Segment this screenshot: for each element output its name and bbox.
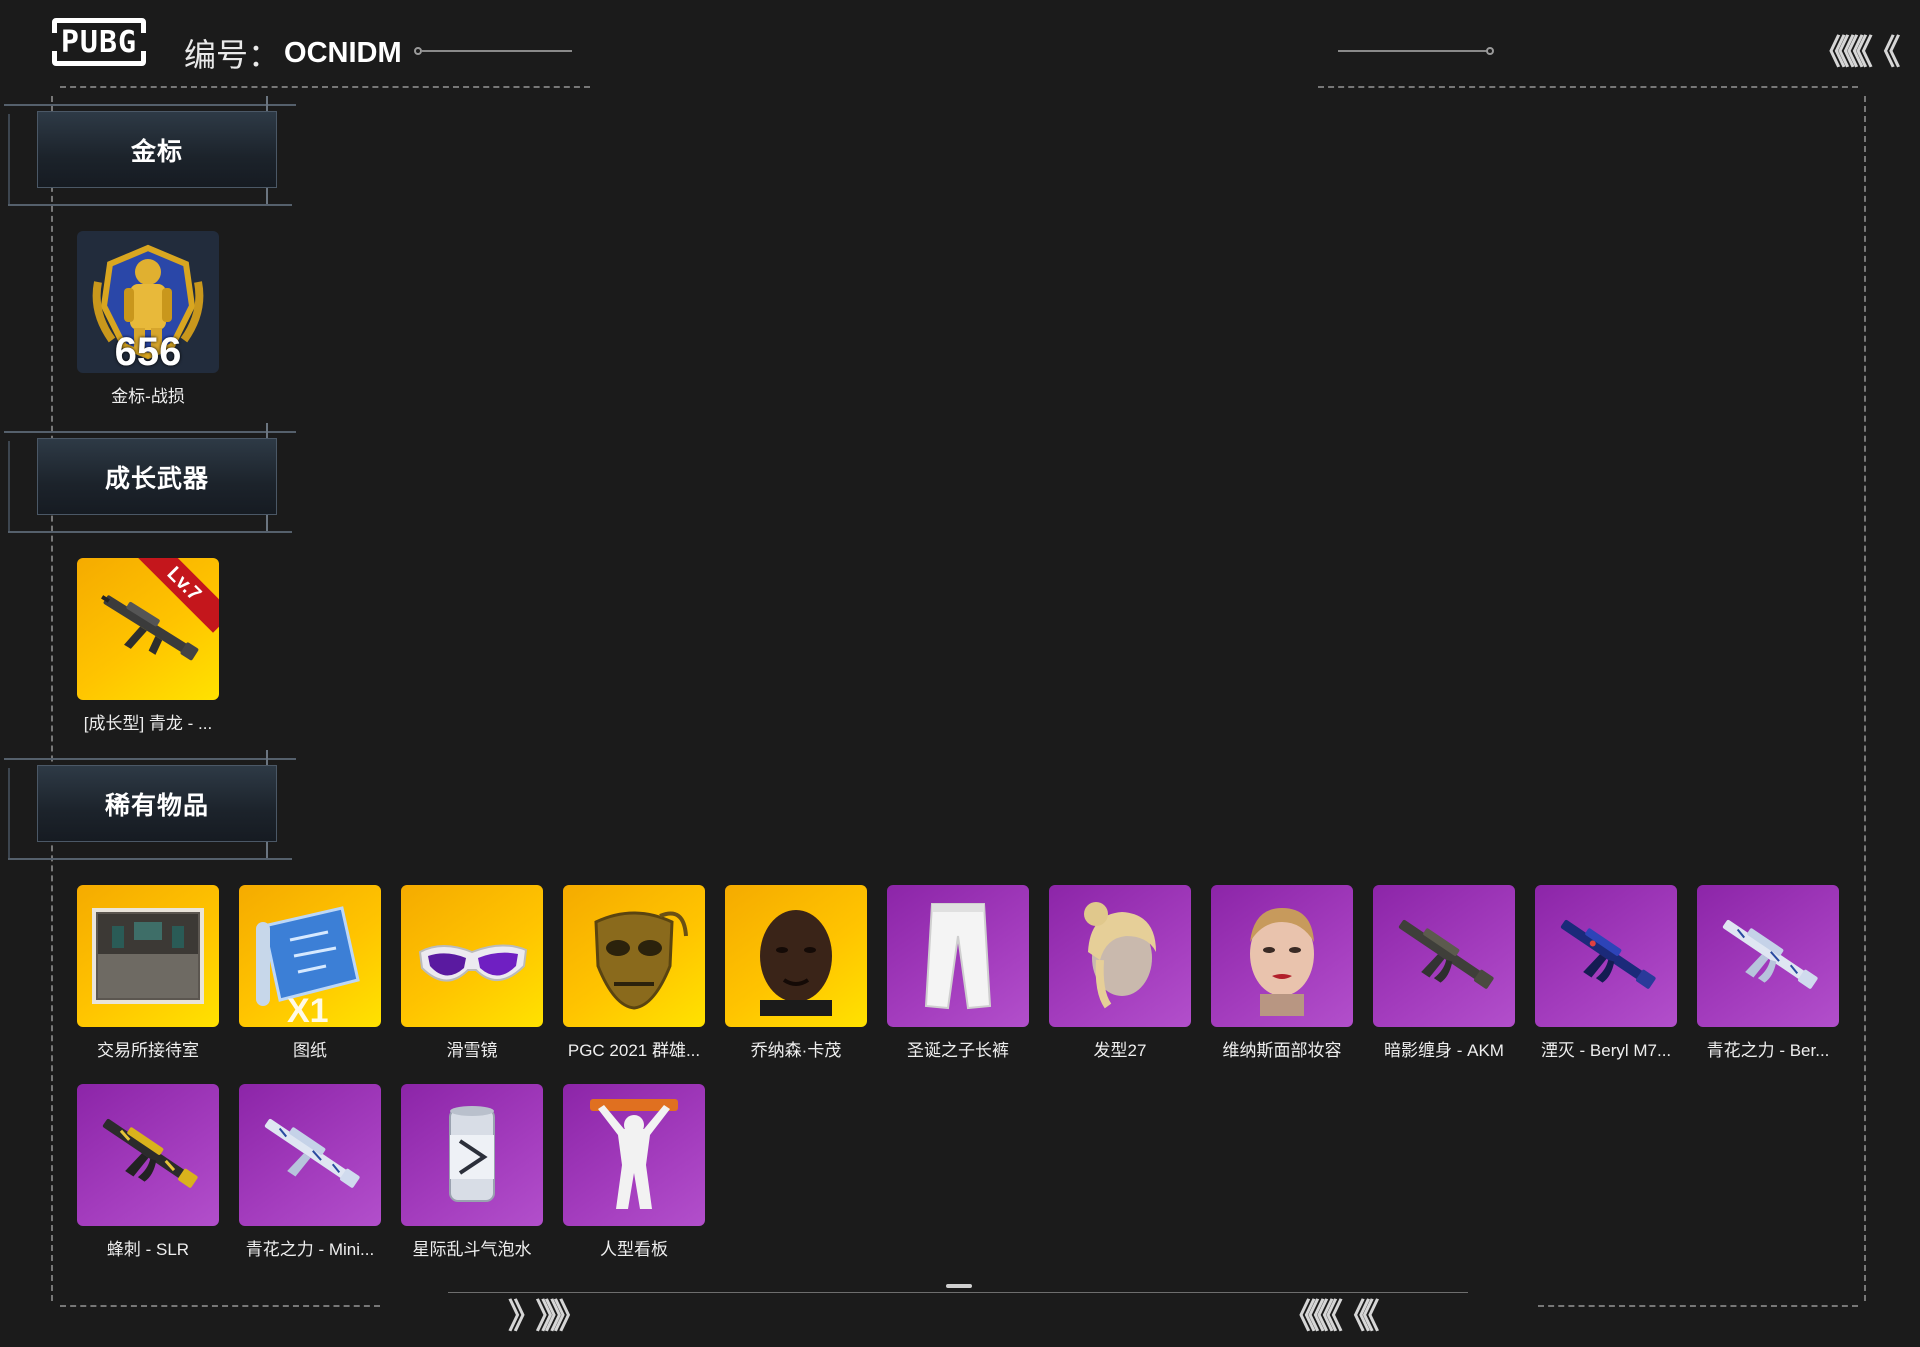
header-line-right — [1338, 50, 1488, 52]
item-thumbnail — [401, 1084, 543, 1226]
frame-bottom-left — [60, 1305, 380, 1307]
item-card[interactable]: 人型看板 — [563, 1084, 705, 1260]
item-thumbnail — [77, 885, 219, 1027]
item-thumbnail — [725, 885, 867, 1027]
section-title: 成长武器 — [37, 438, 277, 515]
item-name: 人型看板 — [600, 1240, 668, 1259]
section-header-gold-badge: 金标 — [4, 96, 296, 206]
item-card[interactable]: 蜂刺 - SLR — [77, 1084, 219, 1260]
face-makeup-icon — [1250, 908, 1314, 1016]
item-name: [成长型] 青龙 - ... — [83, 714, 213, 733]
item-card[interactable]: 656 金标-战损 — [77, 231, 219, 407]
frame-right — [1864, 96, 1866, 1301]
rifle-icon — [1722, 919, 1818, 989]
item-thumbnail — [563, 1084, 705, 1226]
hair-icon — [1084, 902, 1156, 1009]
item-card[interactable]: 滑雪镜 — [401, 885, 543, 1061]
chevrons-bottom-right: 《《《《 《《 — [1282, 1298, 1379, 1336]
section-header-growth-weapon: 成长武器 — [4, 423, 296, 533]
badge-number: 656 — [114, 330, 182, 373]
item-name: 青花之力 - Mini... — [245, 1240, 375, 1259]
item-name: 乔纳森·卡茂 — [750, 1041, 842, 1060]
item-name: 图纸 — [293, 1041, 327, 1060]
rifle-icon — [264, 1118, 360, 1188]
item-thumbnail — [563, 885, 705, 1027]
pants-icon — [924, 903, 992, 1010]
frame-bottom-right — [1538, 1305, 1858, 1307]
item-thumbnail — [1697, 885, 1839, 1027]
item-name: 暗影缠身 - AKM — [1384, 1041, 1504, 1060]
section-title: 金标 — [37, 111, 277, 188]
item-card[interactable]: Lv.7 [成长型] 青龙 - ... — [77, 558, 219, 734]
room-icon — [92, 908, 204, 1004]
item-card[interactable]: 青花之力 - Ber... — [1697, 885, 1839, 1061]
soda-can-icon — [449, 1106, 495, 1202]
item-card[interactable]: 星际乱斗气泡水 — [401, 1084, 543, 1260]
section-title: 稀有物品 — [37, 765, 277, 842]
item-card[interactable]: 交易所接待室 — [77, 885, 219, 1061]
item-name: 交易所接待室 — [97, 1041, 199, 1060]
chevrons-top-right: 《《《《 《 — [1812, 34, 1900, 72]
id-value: OCNIDM — [284, 36, 402, 69]
frame-top-right — [1318, 86, 1858, 88]
rifle-icon — [1560, 919, 1656, 989]
item-card[interactable]: 湮灭 - Beryl M7... — [1535, 885, 1677, 1061]
section-header-rare-items: 稀有物品 — [4, 750, 296, 860]
item-name: PGC 2021 群雄... — [567, 1041, 701, 1060]
item-name: 湮灭 - Beryl M7... — [1540, 1041, 1672, 1060]
quantity: X1 — [287, 992, 329, 1027]
header-line-left — [422, 50, 572, 52]
header-line-dot-right — [1486, 47, 1494, 55]
rifle-icon — [102, 1118, 198, 1188]
item-card[interactable]: 乔纳森·卡茂 — [725, 885, 867, 1061]
item-thumbnail — [1211, 885, 1353, 1027]
mask-icon — [594, 911, 688, 1010]
item-card[interactable]: 圣诞之子长裤 — [887, 885, 1029, 1061]
header-line-dot — [414, 47, 422, 55]
rifle-icon — [1398, 919, 1494, 989]
item-thumbnail: X1 — [239, 885, 381, 1027]
goggles-icon — [418, 944, 528, 982]
item-thumbnail — [887, 885, 1029, 1027]
item-thumbnail: Lv.7 — [77, 558, 219, 700]
frame-left — [51, 96, 53, 1301]
account-id: 编号： OCNIDM — [184, 30, 402, 76]
item-name: 青花之力 - Ber... — [1706, 1041, 1830, 1060]
scroll-indicator[interactable] — [946, 1284, 972, 1288]
item-thumbnail — [1049, 885, 1191, 1027]
chevrons-bottom-left: 》 》》》 — [508, 1298, 588, 1336]
item-thumbnail — [401, 885, 543, 1027]
item-name: 滑雪镜 — [446, 1041, 498, 1060]
frame-top-left — [60, 86, 590, 88]
item-thumbnail: 656 — [77, 231, 219, 373]
item-thumbnail — [239, 1084, 381, 1226]
item-thumbnail — [1373, 885, 1515, 1027]
item-name: 圣诞之子长裤 — [907, 1041, 1009, 1060]
pubg-logo: PUBG — [50, 18, 148, 66]
item-thumbnail — [1535, 885, 1677, 1027]
item-card[interactable]: 维纳斯面部妆容 — [1211, 885, 1353, 1061]
item-name: 金标-战损 — [111, 387, 185, 406]
face-icon — [760, 910, 832, 1016]
item-name: 发型27 — [1093, 1041, 1147, 1060]
item-name: 蜂刺 - SLR — [106, 1240, 190, 1259]
item-thumbnail — [77, 1084, 219, 1226]
item-name: 维纳斯面部妆容 — [1222, 1041, 1342, 1060]
item-name: 星际乱斗气泡水 — [412, 1240, 532, 1259]
item-card[interactable]: 青花之力 - Mini... — [239, 1084, 381, 1260]
id-label: 编号： — [184, 37, 281, 73]
footer-line — [448, 1292, 1468, 1293]
item-card[interactable]: X1 图纸 — [239, 885, 381, 1061]
item-card[interactable]: 暗影缠身 - AKM — [1373, 885, 1515, 1061]
item-card[interactable]: 发型27 — [1049, 885, 1191, 1061]
item-card[interactable]: PGC 2021 群雄... — [563, 885, 705, 1061]
figure-sign-icon — [590, 1099, 678, 1209]
